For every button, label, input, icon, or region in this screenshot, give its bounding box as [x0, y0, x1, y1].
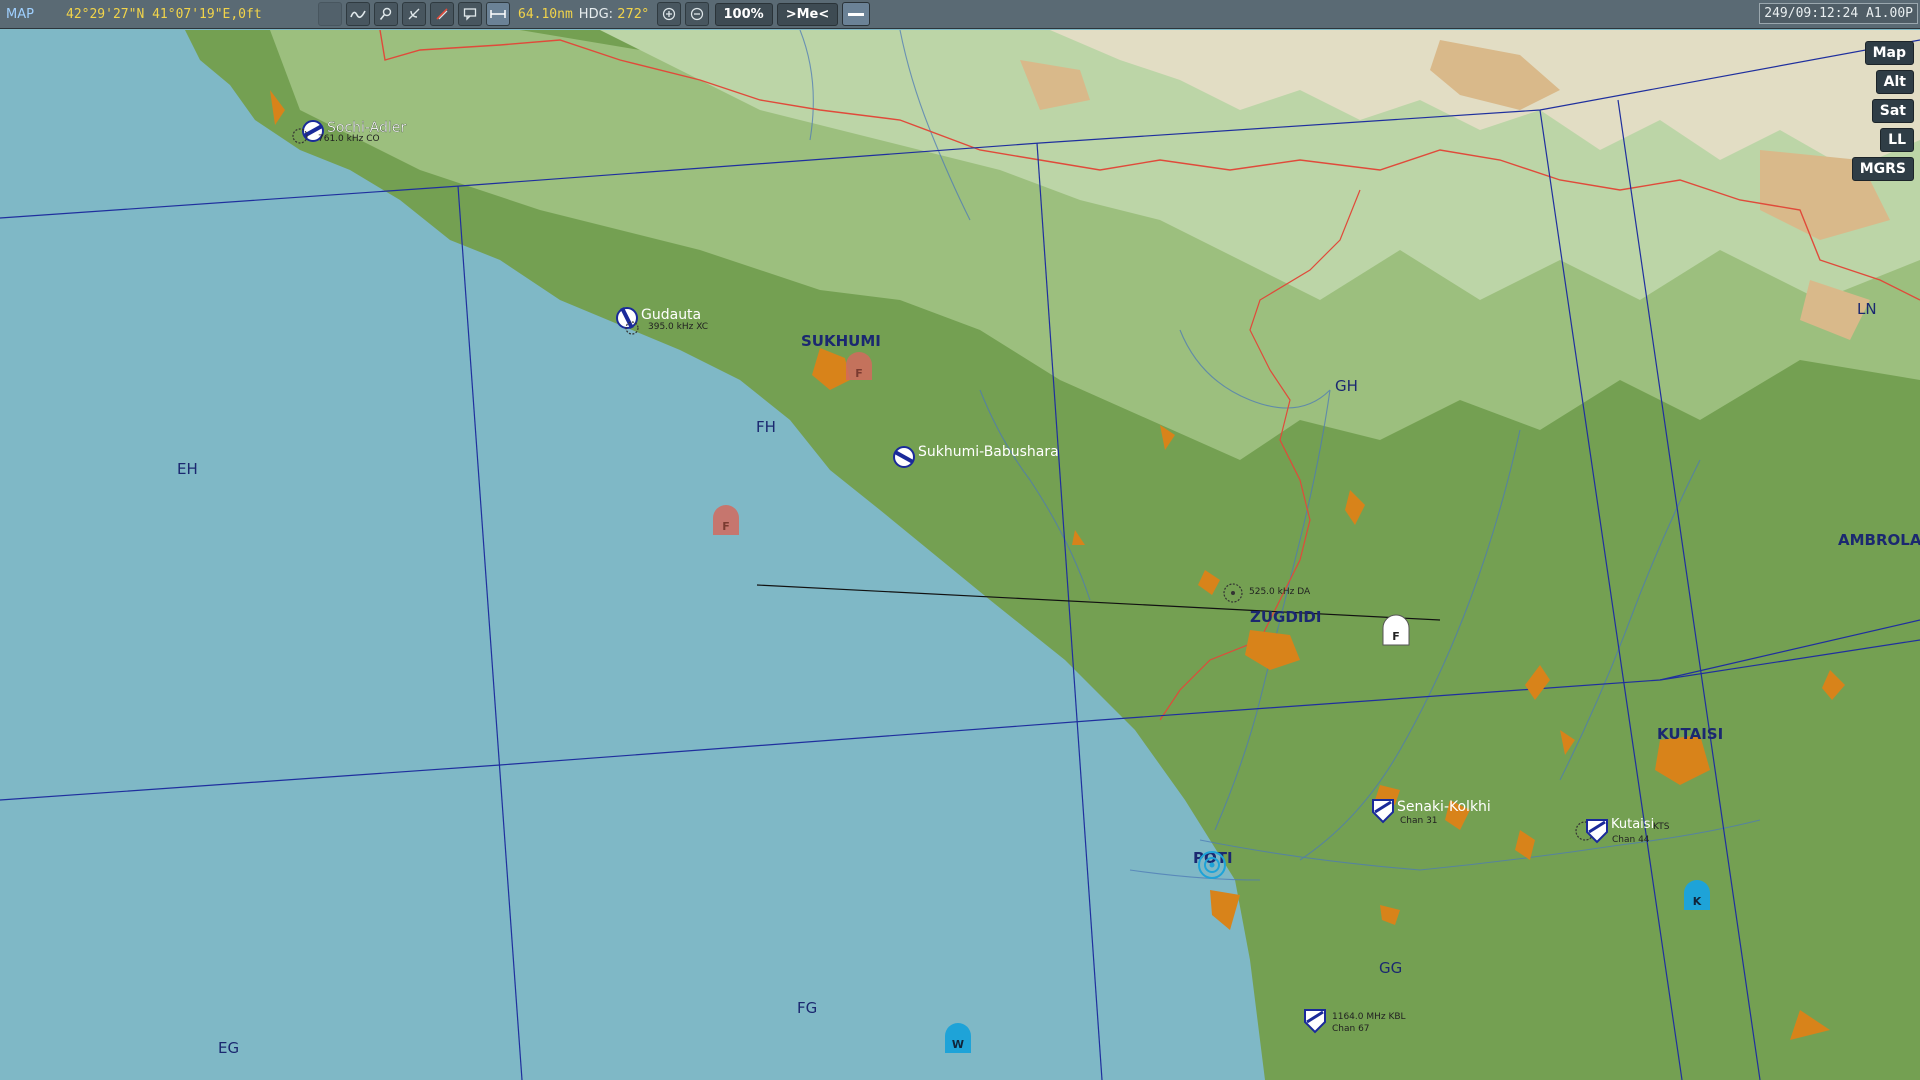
grid-label-fh: FH — [756, 418, 776, 436]
heading-label: HDG: — [578, 6, 614, 22]
pin-icon — [379, 7, 392, 20]
alt-layer-button[interactable]: Alt — [1875, 70, 1914, 94]
route-icon — [350, 10, 366, 19]
grid-label-eh: EH — [177, 460, 198, 478]
zoom-in-icon — [662, 7, 675, 21]
message-tool-button[interactable] — [458, 2, 482, 26]
threat-tool-button[interactable] — [430, 2, 454, 26]
ambrola-label: AMBROLA — [1838, 531, 1920, 549]
zugdidi-label: ZUGDIDI — [1250, 608, 1321, 626]
ruler-tool-button[interactable] — [486, 2, 510, 26]
blank-tool-button[interactable] — [318, 2, 342, 26]
sukhumi-label: SUKHUMI — [801, 332, 881, 350]
pin-tool-button[interactable] — [374, 2, 398, 26]
senaki-kolkhi-freq: Chan 31 — [1400, 816, 1438, 826]
radar-icon — [408, 8, 420, 20]
center-on-me-button[interactable]: >Me< — [776, 2, 839, 26]
f-marker-sea[interactable]: F — [713, 505, 739, 535]
grid-label-eg: EG — [218, 1039, 239, 1057]
ndb-center-icon — [1231, 591, 1235, 595]
kobuleti-freq: 1164.0 MHz KBL — [1332, 1012, 1406, 1022]
grid-label-fg: FG — [797, 999, 817, 1017]
zoom-in-button[interactable] — [656, 2, 681, 26]
w-marker[interactable]: W — [945, 1023, 971, 1053]
beacon-center-icon — [1209, 862, 1215, 868]
ll-layer-button[interactable]: LL — [1880, 128, 1914, 152]
message-icon — [463, 8, 477, 21]
grid-label-ln: LN — [1857, 300, 1877, 318]
kutaisi-airfield-freq: KTS — [1653, 822, 1670, 832]
sat-layer-button[interactable]: Sat — [1871, 99, 1914, 123]
k-marker[interactable]: K — [1684, 880, 1710, 910]
senaki-kolkhi-label: Senaki-Kolkhi — [1397, 799, 1491, 815]
mission-time: 249/09:12:24 A1.00P — [1759, 3, 1918, 24]
marker-letter: K — [1693, 895, 1702, 908]
marker-letter: F — [722, 520, 730, 533]
heading-readout: HDG: 272° — [579, 7, 649, 22]
radar-tool-button[interactable] — [402, 2, 426, 26]
marker-letter: W — [952, 1038, 964, 1051]
marker-letter: F — [855, 367, 863, 380]
zoom-level-button[interactable]: 100% — [714, 2, 773, 26]
cursor-coordinates: 42°29'27"N 41°07'19"E,0ft — [66, 6, 262, 22]
zugdidi-ndb-freq: 525.0 kHz DA — [1249, 587, 1311, 597]
kobuleti-chan: Chan 67 — [1332, 1024, 1370, 1034]
zoom-out-button[interactable] — [684, 2, 709, 26]
map-canvas[interactable]: Sochi-Adler 761.0 kHz CO Gudauta 395.0 k… — [0, 30, 1920, 1080]
zoom-out-icon — [690, 7, 703, 21]
ruler-icon — [490, 10, 506, 18]
threat-icon — [436, 8, 448, 20]
gudauta-label: Gudauta — [641, 307, 701, 323]
marker-letter: F — [1392, 630, 1400, 643]
map-layer-button[interactable]: Map — [1864, 41, 1914, 65]
dash-icon — [848, 12, 865, 16]
mode-label: MAP — [6, 6, 34, 22]
f-marker-sukhumi[interactable]: F — [846, 352, 872, 380]
map-toolbar: MAP 42°29'27"N 41°07'19"E,0ft 64.10nm HD… — [0, 0, 1920, 29]
route-tool-button[interactable] — [346, 2, 370, 26]
gudauta-freq: 395.0 kHz XC — [648, 322, 708, 332]
f-marker-zugdidi[interactable]: F — [1382, 614, 1410, 646]
collapse-button[interactable] — [842, 2, 871, 26]
kutaisi-label: KUTAISI — [1657, 725, 1723, 743]
sochi-adler-freq: 761.0 kHz CO — [318, 134, 380, 144]
kutaisi-airfield-label: Kutaisi — [1611, 817, 1654, 832]
grid-label-gg: GG — [1379, 959, 1402, 977]
heading-value: 272° — [617, 6, 649, 22]
kutaisi-airfield-chan: Chan 44 — [1612, 835, 1650, 845]
sukhumi-babushara-label: Sukhumi-Babushara — [918, 444, 1059, 460]
range-readout: 64.10nm — [518, 6, 573, 22]
grid-label-gh: GH — [1335, 377, 1358, 395]
mgrs-layer-button[interactable]: MGRS — [1851, 157, 1914, 181]
